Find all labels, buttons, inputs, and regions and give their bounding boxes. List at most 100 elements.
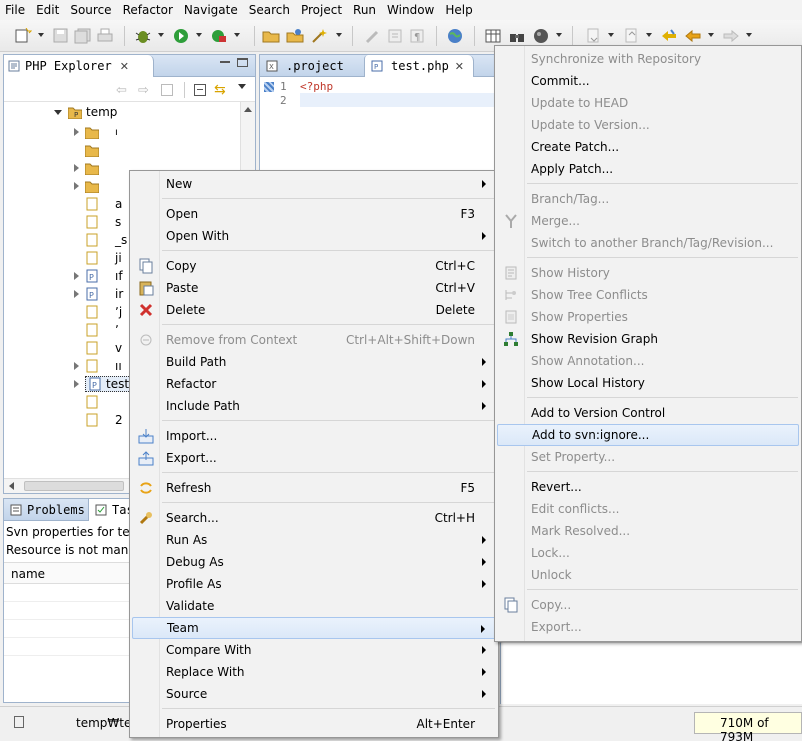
heap-status[interactable]: 710M of 793M [694,712,802,741]
tree-item[interactable]: ji [85,249,122,267]
last-edit-icon[interactable] [660,28,678,44]
context-menu-item-new[interactable]: New [132,173,496,195]
tree-item[interactable]: v [85,339,122,357]
tree-root[interactable]: P temp [54,103,117,121]
run-icon[interactable] [172,28,190,44]
debug-icon[interactable] [134,28,152,44]
team-menu-item-merge[interactable]: Merge... [497,210,799,232]
tree-item[interactable]: s [85,213,121,231]
menu-project[interactable]: Project [296,0,348,20]
link-with-editor-icon[interactable]: ⇆ [214,82,226,98]
team-menu-item-show-annotation[interactable]: Show Annotation... [497,350,799,372]
tree-item[interactable] [74,159,99,177]
team-menu-item-show-properties[interactable]: Show Properties [497,306,799,328]
next-annotation-icon[interactable] [584,28,602,44]
pilcrow-icon[interactable]: ¶ [408,28,426,44]
new-icon[interactable] [14,28,32,44]
tab-problems[interactable]: Problems [4,499,86,521]
tree-item[interactable] [74,177,99,195]
team-menu-item-lock[interactable]: Lock... [497,542,799,564]
team-menu-item-add-to-svn-ignore[interactable]: Add to svn:ignore... [497,424,799,446]
tree-item[interactable]: _s [85,231,127,249]
team-menu-item-revert[interactable]: Revert... [497,476,799,498]
save-icon[interactable] [52,28,70,44]
tree-item[interactable] [85,141,99,159]
external-tools-icon[interactable] [210,28,228,44]
team-menu-item-show-tree-conflicts[interactable]: Show Tree Conflicts [497,284,799,306]
view-menu-icon[interactable] [238,84,246,89]
team-menu-item-mark-resolved[interactable]: Mark Resolved... [497,520,799,542]
binoculars-icon[interactable] [508,28,526,44]
context-menu-item-properties[interactable]: Properties Alt+Enter [132,713,496,735]
menu-run[interactable]: Run [348,0,382,20]
menu-source[interactable]: Source [65,0,117,20]
context-menu-item-compare-with[interactable]: Compare With [132,639,496,661]
context-menu-item-import[interactable]: Import... [132,425,496,447]
team-menu-item-show-revision-graph[interactable]: Show Revision Graph [497,328,799,350]
forward-icon[interactable] [722,28,740,44]
open-project-icon[interactable] [286,28,304,44]
save-all-icon[interactable] [74,28,92,44]
context-menu-item-export[interactable]: Export... [132,447,496,469]
context-menu-item-delete[interactable]: Delete Delete [132,299,496,321]
context-menu-item-profile-as[interactable]: Profile As [132,573,496,595]
team-menu-item-create-patch[interactable]: Create Patch... [497,136,799,158]
tab-project[interactable]: X .project [260,55,364,77]
up-nav-icon[interactable] [161,84,173,96]
tree-item[interactable]: ʼj [85,303,122,321]
maximize-icon[interactable] [237,58,248,67]
context-menu-item-copy[interactable]: Copy Ctrl+C [132,255,496,277]
team-menu-item-switch-to-another-branch-tag-revision[interactable]: Switch to another Branch/Tag/Revision... [497,232,799,254]
context-menu-item-validate[interactable]: Validate [132,595,496,617]
team-menu-item-export[interactable]: Export... [497,616,799,638]
team-menu-item-update-to-head[interactable]: Update to HEAD [497,92,799,114]
wand-icon[interactable] [310,28,328,44]
context-menu-item-open[interactable]: Open F3 [132,203,496,225]
prev-annotation-icon[interactable] [622,28,640,44]
tree-item[interactable]: Pir [74,285,123,303]
tree-item[interactable]: ı [74,123,118,141]
team-menu-item-show-history[interactable]: Show History [497,262,799,284]
context-menu-item-run-as[interactable]: Run As [132,529,496,551]
context-menu-item-include-path[interactable]: Include Path [132,395,496,417]
team-menu-item-commit[interactable]: Commit... [497,70,799,92]
edit-disabled-icon[interactable] [364,28,382,44]
context-menu-item-build-path[interactable]: Build Path [132,351,496,373]
team-menu-item-show-local-history[interactable]: Show Local History [497,372,799,394]
menu-window[interactable]: Window [382,0,440,20]
tree-item[interactable]: Pıf [74,267,123,285]
menu-edit[interactable]: Edit [31,0,65,20]
team-menu-item-set-property[interactable]: Set Property... [497,446,799,468]
globe-icon[interactable] [446,28,464,44]
tree-item[interactable]: ʼ [85,321,119,339]
tree-item[interactable] [85,393,99,411]
context-menu-item-paste[interactable]: Paste Ctrl+V [132,277,496,299]
collapse-all-icon[interactable] [194,84,206,96]
tab-test-php[interactable]: P test.php ✕ [364,55,474,77]
context-menu-item-search[interactable]: Search... Ctrl+H [132,507,496,529]
scrollbar-thumb[interactable] [24,481,124,491]
team-menu-item-edit-conflicts[interactable]: Edit conflicts... [497,498,799,520]
context-menu-item-debug-as[interactable]: Debug As [132,551,496,573]
menu-search[interactable]: Search [244,0,296,20]
toggle-block-icon[interactable] [386,28,404,44]
context-menu-item-refactor[interactable]: Refactor [132,373,496,395]
expanded-twisty-icon[interactable] [54,109,62,115]
team-menu-item-unlock[interactable]: Unlock [497,564,799,586]
menu-file[interactable]: File [0,0,31,20]
team-menu-item-branch-tag[interactable]: Branch/Tag... [497,188,799,210]
team-menu-item-synchronize-with-repository[interactable]: Synchronize with Repository [497,48,799,70]
back-icon[interactable] [684,28,702,44]
open-folder-icon[interactable] [262,28,280,44]
menu-help[interactable]: Help [440,0,478,20]
context-menu-item-team[interactable]: Team [132,617,496,639]
table-icon[interactable] [484,28,502,44]
close-icon[interactable]: ✕ [120,60,129,73]
back-nav-icon[interactable]: ⇦ [116,83,127,98]
print-icon[interactable] [96,28,114,44]
code-editor[interactable]: 1 2 <?php [260,78,498,118]
column-name[interactable]: name [11,567,45,581]
context-menu-item-refresh[interactable]: Refresh F5 [132,477,496,499]
team-menu-item-add-to-version-control[interactable]: Add to Version Control [497,402,799,424]
context-menu-item-source[interactable]: Source [132,683,496,705]
